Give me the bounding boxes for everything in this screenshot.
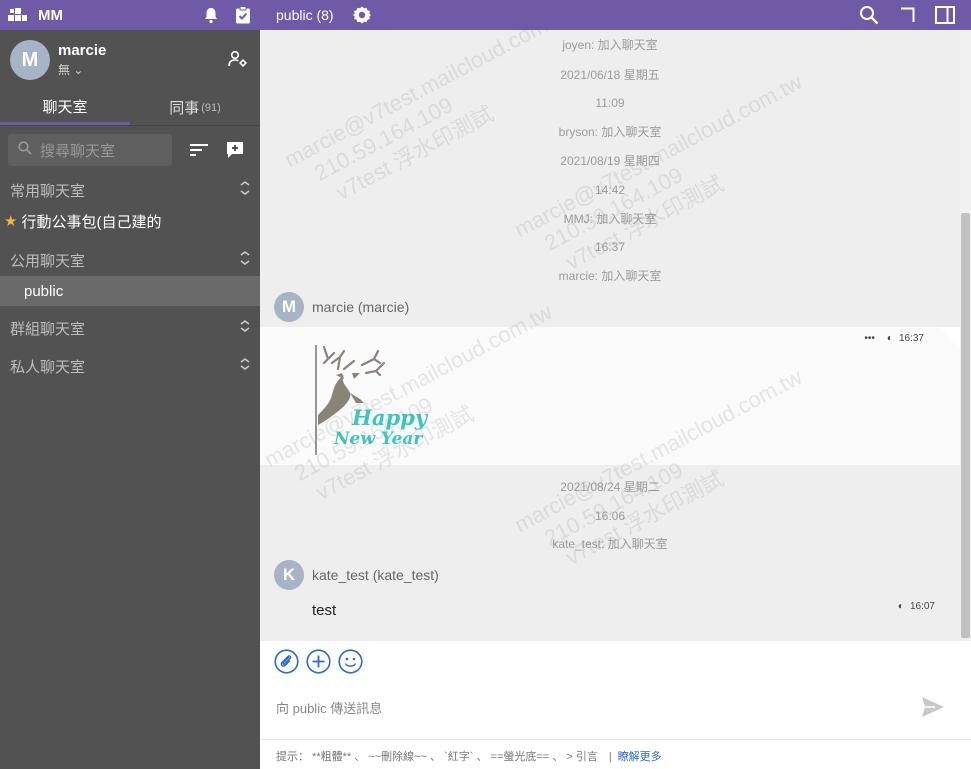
date-separator: 2021/06/18 星期五 xyxy=(560,68,660,82)
user-status-label: 無 xyxy=(58,63,71,77)
section-groups[interactable]: 群組聊天室 xyxy=(0,312,260,344)
sort-icon[interactable] xyxy=(190,143,208,157)
section-groups-label: 群組聊天室 xyxy=(10,320,86,338)
emoji-icon[interactable] xyxy=(338,649,363,674)
composer-toolbar xyxy=(274,649,370,674)
time-separator: 11:09 xyxy=(595,96,625,110)
colleague-count: (91) xyxy=(201,101,221,114)
time-separator: 16:37 xyxy=(594,240,626,254)
date-separator: 2021/08/19 星期四 xyxy=(560,154,660,168)
sender-name[interactable]: kate_test (kate_test) xyxy=(312,567,439,583)
search-placeholder: 搜尋聊天室 xyxy=(40,142,116,160)
expand-icon xyxy=(240,357,250,375)
search-row: 搜尋聊天室 xyxy=(0,126,260,174)
clipboard-check-icon[interactable] xyxy=(234,6,252,24)
avatar[interactable]: M xyxy=(10,40,50,80)
system-message: joyen: 加入聊天室 xyxy=(562,38,658,52)
room-name: public xyxy=(24,282,64,300)
profile-panel: M marcie 無 ⌄ xyxy=(0,30,260,90)
user-name: marcie xyxy=(58,42,107,59)
message-time: 16:37 xyxy=(898,333,924,344)
section-public[interactable]: 公用聊天室 xyxy=(0,244,260,276)
chat-header: public (8) xyxy=(260,0,971,30)
attachment-icon[interactable] xyxy=(274,649,299,674)
learn-more-link[interactable]: 瞭解更多 xyxy=(618,751,662,763)
section-public-label: 公用聊天室 xyxy=(10,252,86,270)
section-favorites[interactable]: 常用聊天室 xyxy=(0,174,260,206)
card-text-new-year: New Year xyxy=(334,429,423,449)
message-meta: ••• ◐ 16:37 xyxy=(864,333,924,344)
formatting-hint: 提示： **粗體** 、 ~~刪除線~~ 、 `紅字` 、 ==螢光底== 、 … xyxy=(260,739,971,769)
tab-colleagues-label: 同事 xyxy=(169,100,200,117)
message-sender: K kate_test (kate_test) xyxy=(274,560,439,590)
message-input[interactable]: 向 public 傳送訊息 xyxy=(276,698,382,717)
more-options-icon[interactable]: ••• xyxy=(864,333,875,344)
collapse-icon xyxy=(240,251,250,269)
watermark-text: v7test 浮水印測試 xyxy=(561,170,728,275)
message-sender: M marcie (marcie) xyxy=(274,292,409,322)
popout-icon[interactable] xyxy=(899,7,915,23)
send-icon[interactable] xyxy=(921,696,945,721)
read-status-icon: ◐ xyxy=(886,333,893,344)
new-chat-icon[interactable] xyxy=(226,141,244,159)
image-message[interactable]: ••• ◐ 16:37 Happy New Year xyxy=(260,327,960,465)
search-icon[interactable] xyxy=(859,5,879,25)
section-favorites-label: 常用聊天室 xyxy=(10,182,86,200)
app-name: MM xyxy=(38,6,63,24)
user-settings-icon[interactable] xyxy=(228,50,248,71)
app-topbar: MM xyxy=(0,0,260,30)
message-list[interactable]: joyen: 加入聊天室 2021/06/18 星期五 11:09 bryson… xyxy=(260,30,971,641)
scrollbar[interactable] xyxy=(960,30,971,641)
search-input[interactable]: 搜尋聊天室 xyxy=(8,134,172,166)
sidebar: MM M marcie 無 ⌄ 聊天室 同事 (91) 搜尋聊天室 常用聊天室 … xyxy=(0,0,260,769)
section-private[interactable]: 私人聊天室 xyxy=(0,350,260,382)
message-time: 16:07 xyxy=(909,601,935,612)
system-message: kate_test: 加入聊天室 xyxy=(552,537,668,551)
time-separator: 14:42 xyxy=(594,183,626,197)
star-icon: ★ xyxy=(4,213,18,230)
app-logo-icon[interactable] xyxy=(8,6,28,25)
chevron-down-icon: ⌄ xyxy=(73,63,84,77)
message-meta: ◐ 16:07 xyxy=(898,601,935,612)
system-message: MMJ: 加入聊天室 xyxy=(563,212,657,226)
new-year-card-image[interactable]: Happy New Year xyxy=(314,343,454,458)
system-message: bryson: 加入聊天室 xyxy=(558,125,662,139)
tab-chatrooms[interactable]: 聊天室 xyxy=(0,90,130,125)
hint-text: 提示： **粗體** 、 ~~刪除線~~ 、 `紅字` 、 ==螢光底== 、 … xyxy=(276,751,612,763)
user-status-dropdown[interactable]: 無 ⌄ xyxy=(58,61,106,78)
message-composer: 向 public 傳送訊息 提示： **粗體** 、 ~~刪除線~~ 、 `紅字… xyxy=(260,641,971,769)
read-status-icon: ◐ xyxy=(897,601,904,612)
date-separator: 2021/08/24 星期二 xyxy=(560,480,660,494)
text-message[interactable]: test xyxy=(312,602,336,619)
tab-colleagues[interactable]: 同事 (91) xyxy=(130,90,260,125)
room-name: 行動公事包(自己建的 xyxy=(21,213,162,231)
avatar[interactable]: M xyxy=(274,292,304,322)
room-item-favorite[interactable]: ★ 行動公事包(自己建的 xyxy=(0,206,260,236)
watermark-ip: 210.59.164.109 xyxy=(310,92,458,187)
system-message: marcie: 加入聊天室 xyxy=(558,269,662,283)
expand-icon xyxy=(240,319,250,337)
collapse-icon xyxy=(240,181,250,199)
add-icon[interactable] xyxy=(306,649,331,674)
sender-name[interactable]: marcie (marcie) xyxy=(312,299,409,315)
time-separator: 16:06 xyxy=(594,509,626,523)
room-settings-gear-icon[interactable] xyxy=(352,5,372,25)
bell-icon[interactable] xyxy=(202,6,220,24)
search-icon xyxy=(18,141,32,159)
room-item-public[interactable]: public xyxy=(0,276,260,306)
card-text-happy: Happy xyxy=(352,405,428,430)
room-title: public (8) xyxy=(276,7,334,23)
sidebar-tabs: 聊天室 同事 (91) xyxy=(0,90,260,126)
section-private-label: 私人聊天室 xyxy=(10,358,86,376)
tab-chatrooms-label: 聊天室 xyxy=(42,98,88,116)
toggle-panel-icon[interactable] xyxy=(935,6,955,24)
scrollbar-thumb[interactable] xyxy=(961,213,970,638)
message-corner-decoration xyxy=(938,327,960,347)
avatar[interactable]: K xyxy=(274,560,304,590)
